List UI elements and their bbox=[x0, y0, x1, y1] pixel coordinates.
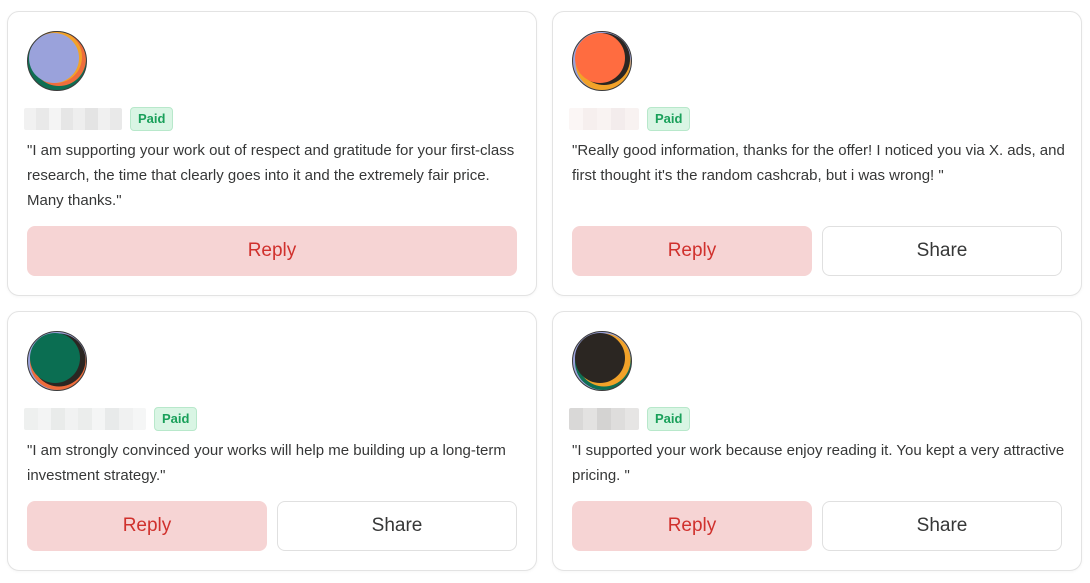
share-button[interactable]: Share bbox=[822, 226, 1062, 276]
avatar-icon bbox=[572, 31, 632, 91]
comment-card: Paid "I supported your work because enjo… bbox=[552, 311, 1082, 571]
redacted-name bbox=[24, 108, 122, 130]
reply-button[interactable]: Reply bbox=[572, 501, 812, 551]
avatar[interactable] bbox=[27, 331, 87, 391]
avatar[interactable] bbox=[572, 331, 632, 391]
avatar[interactable] bbox=[27, 31, 87, 91]
share-button[interactable]: Share bbox=[277, 501, 517, 551]
comment-card: Paid "Really good information, thanks fo… bbox=[552, 11, 1082, 296]
avatar-icon bbox=[27, 331, 87, 391]
paid-badge: Paid bbox=[130, 107, 174, 131]
commenter-name: Paid bbox=[569, 106, 691, 132]
avatar-icon bbox=[27, 31, 87, 91]
redacted-name bbox=[569, 408, 639, 430]
paid-badge: Paid bbox=[647, 407, 691, 431]
comment-card: Paid "I am strongly convinced your works… bbox=[7, 311, 537, 571]
comment-text: "Really good information, thanks for the… bbox=[572, 142, 1065, 184]
redacted-name bbox=[569, 108, 639, 130]
reply-button[interactable]: Reply bbox=[27, 501, 267, 551]
comment-text: "I am supporting your work out of respec… bbox=[27, 142, 515, 209]
avatar-icon bbox=[572, 331, 632, 391]
avatar[interactable] bbox=[572, 31, 632, 91]
commenter-name: Paid bbox=[569, 406, 691, 432]
commenter-name: Paid bbox=[24, 406, 198, 432]
share-button[interactable]: Share bbox=[822, 501, 1062, 551]
comment-card: Paid "I am supporting your work out of r… bbox=[7, 11, 537, 296]
paid-badge: Paid bbox=[154, 407, 198, 431]
redacted-name bbox=[24, 408, 146, 430]
commenter-name: Paid bbox=[24, 106, 174, 132]
reply-button[interactable]: Reply bbox=[572, 226, 812, 276]
comment-text: "I am strongly convinced your works will… bbox=[27, 442, 506, 484]
comment-text: "I supported your work because enjoy rea… bbox=[572, 442, 1065, 484]
paid-badge: Paid bbox=[647, 107, 691, 131]
reply-button[interactable]: Reply bbox=[27, 226, 517, 276]
